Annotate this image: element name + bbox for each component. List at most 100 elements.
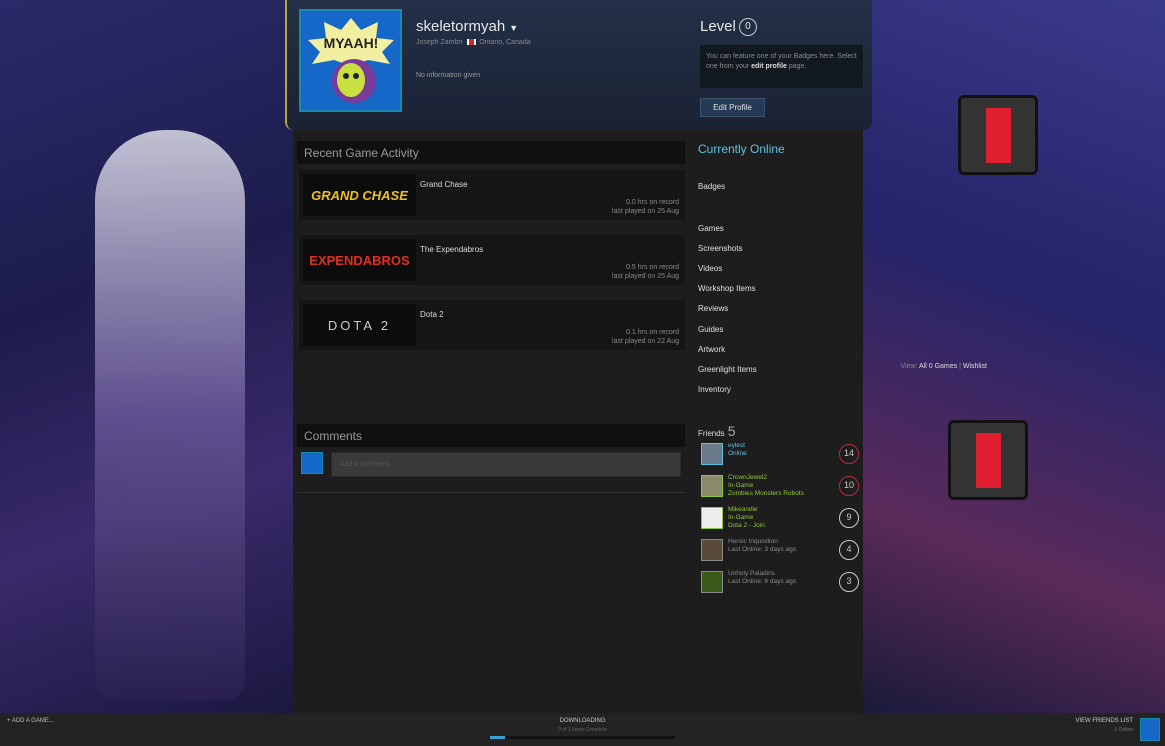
badge-hint-end: page. (786, 63, 807, 70)
sidebar-link-reviews[interactable]: Reviews (698, 304, 728, 313)
edit-profile-link[interactable]: edit profile (751, 63, 787, 70)
commenter-avatar (301, 452, 323, 474)
friend-avatar (701, 475, 723, 497)
game-capsule-image[interactable]: GRAND CHASE (303, 174, 416, 216)
game-playtime: 0.0 hrs on record last played on 25 Aug (612, 198, 679, 216)
featured-badge-box: You can feature one of your Badges here.… (700, 45, 863, 88)
friend-item[interactable]: Unholy Paladins Last Online: 6 days ago 3 (700, 570, 860, 596)
friend-status: Last Online: 3 days ago (728, 546, 797, 553)
sidebar-link-greenlight-items[interactable]: Greenlight Items (698, 365, 757, 374)
friend-status: Online (728, 450, 747, 457)
profile-summary: No information given (416, 72, 481, 79)
all-games-link[interactable]: All 0 Games (919, 363, 957, 370)
game-capsule-image[interactable]: EXPENDABROS (303, 239, 416, 281)
downloads-link[interactable]: DOWNLOADING (0, 718, 1165, 724)
friend-item[interactable]: Heroic Inquisition Last Online: 3 days ag… (700, 538, 860, 564)
friend-item[interactable]: CrownJewel2 In-Game Zombies Monsters Robot… (700, 474, 860, 500)
friend-level-badge: 14 (839, 444, 859, 464)
steam-bottom-bar: + ADD A GAME... DOWNLOADING 0 of 1 Items… (0, 713, 1165, 746)
chevron-down-icon: ▼ (509, 23, 519, 33)
game-capsule-image[interactable]: DOTA 2 (303, 304, 416, 346)
sidebar-link-guides[interactable]: Guides (698, 325, 723, 334)
friend-info: Heroic Inquisition Last Online: 3 days ag… (728, 538, 796, 554)
friend-name: Unholy Paladins (728, 570, 775, 577)
hours-on-record: 0.1 hrs on record (626, 329, 679, 336)
sidebar-link-badges[interactable]: Badges (698, 182, 725, 191)
hours-on-record: 0.5 hrs on record (626, 264, 679, 271)
friends-label: Friends (698, 429, 725, 438)
friend-avatar (701, 571, 723, 593)
view-links: View: All 0 Games | Wishlist (900, 363, 987, 370)
friends-online-count: 1 Online (1114, 727, 1133, 733)
username: skeletormyah (416, 18, 506, 35)
view-friends-list-button[interactable]: VIEW FRIENDS LIST (1075, 718, 1133, 724)
profile-header: MYAAH! skeletormyah ▼ Joseph Zambri Ontar… (285, 0, 872, 130)
drone-artwork (958, 95, 1038, 175)
user-avatar[interactable] (1140, 718, 1160, 741)
friend-item[interactable]: eylest Online 14 (700, 442, 860, 468)
friend-level-badge: 9 (839, 508, 859, 528)
friend-status: In-Game (728, 482, 754, 489)
download-progress-bar (490, 736, 675, 739)
game-playtime: 0.5 hrs on record last played on 25 Aug (612, 263, 679, 281)
sidebar-link-screenshots[interactable]: Screenshots (698, 244, 742, 253)
friend-name: Mikeandie (728, 506, 758, 513)
game-activity-row: DOTA 2 Dota 2 0.1 hrs on record last play… (299, 300, 685, 350)
friends-heading[interactable]: Friends 5 (698, 423, 735, 439)
edit-profile-button[interactable]: Edit Profile (700, 98, 765, 117)
friend-status: In-Game (728, 514, 754, 521)
friend-name: eylest (728, 442, 745, 449)
sidebar-link-artwork[interactable]: Artwork (698, 345, 725, 354)
friend-avatar (701, 443, 723, 465)
background-right (863, 0, 1165, 713)
game-playtime: 0.1 hrs on record last played on 22 Aug (612, 328, 679, 346)
friend-level-badge: 3 (839, 572, 859, 592)
friend-info: CrownJewel2 In-Game Zombies Monsters Robot… (728, 474, 804, 498)
game-name[interactable]: Dota 2 (420, 310, 444, 319)
friend-avatar (701, 507, 723, 529)
friend-info: Unholy Paladins Last Online: 6 days ago (728, 570, 796, 586)
sidebar-link-workshop-items[interactable]: Workshop Items (698, 284, 756, 293)
friend-status: Last Online: 6 days ago (728, 578, 797, 585)
svg-text:MYAAH!: MYAAH! (323, 35, 378, 51)
download-status: 0 of 1 Items Complete (558, 727, 607, 733)
game-activity-row: EXPENDABROS The Expendabros 0.5 hrs on r… (299, 235, 685, 285)
friend-name: Heroic Inquisition (728, 538, 778, 545)
sidebar-link-inventory[interactable]: Inventory (698, 385, 731, 394)
friend-info: eylest Online (728, 442, 747, 458)
level-label: Level (700, 18, 736, 35)
friend-game: Zombies Monsters Robots (728, 490, 804, 497)
friend-name: CrownJewel2 (728, 474, 768, 481)
game-name[interactable]: The Expendabros (420, 245, 483, 254)
background-left (0, 0, 293, 713)
character-artwork (95, 130, 245, 700)
friend-game: Dota 2 - Join (728, 522, 765, 529)
friend-item[interactable]: Mikeandie In-Game Dota 2 - Join 9 (700, 506, 860, 532)
last-played: last played on 25 Aug (612, 208, 679, 215)
view-label: View: (900, 363, 918, 370)
profile-avatar: MYAAH! (299, 9, 402, 112)
friend-info: Mikeandie In-Game Dota 2 - Join (728, 506, 765, 530)
download-progress-fill (490, 736, 505, 739)
level-display: Level 0 (700, 18, 757, 37)
location: Ontario, Canada (479, 39, 531, 46)
recent-activity-heading: Recent Game Activity (297, 141, 685, 164)
sidebar-link-games[interactable]: Games (698, 224, 724, 233)
comments-heading: Comments (297, 424, 685, 447)
wishlist-link[interactable]: Wishlist (963, 363, 987, 370)
friends-count: 5 (727, 423, 736, 439)
profile-subtitle: Joseph Zambri Ontario, Canada (416, 39, 531, 46)
online-status: Currently Online (698, 142, 785, 156)
comment-input[interactable]: Add a comment (331, 452, 681, 477)
last-played: last played on 25 Aug (612, 273, 679, 280)
sidebar-link-videos[interactable]: Videos (698, 264, 722, 273)
hours-on-record: 0.0 hrs on record (626, 199, 679, 206)
friend-avatar (701, 539, 723, 561)
canada-flag-icon (467, 39, 477, 46)
game-name[interactable]: Grand Chase (420, 180, 468, 189)
last-played: last played on 22 Aug (612, 338, 679, 345)
drone-artwork (948, 420, 1028, 500)
friend-level-badge: 4 (839, 540, 859, 560)
username-dropdown[interactable]: skeletormyah ▼ (416, 18, 518, 35)
level-badge: 0 (738, 18, 757, 37)
